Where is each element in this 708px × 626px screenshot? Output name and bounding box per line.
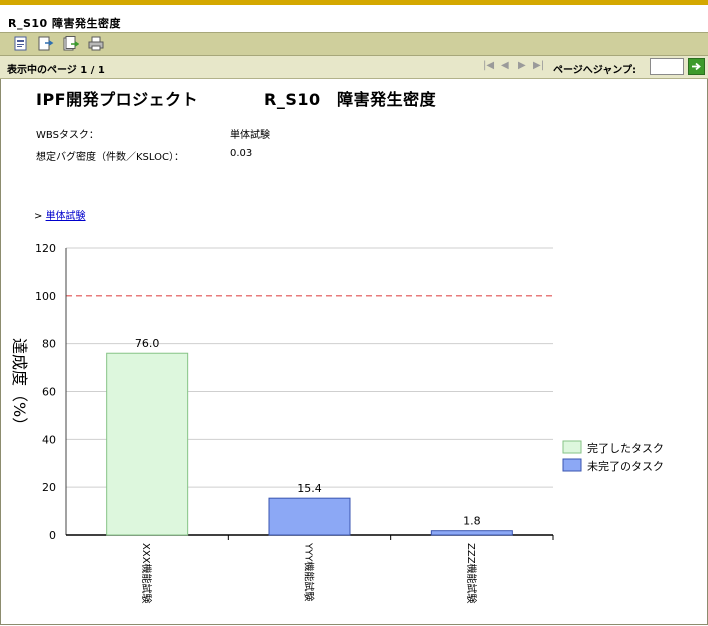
go-button[interactable] — [688, 58, 705, 75]
export-all-icon[interactable] — [63, 36, 79, 51]
jump-label: ページへジャンプ: — [553, 65, 636, 76]
first-page-icon[interactable]: |◀ — [483, 60, 494, 71]
breadcrumb-prefix: > — [34, 211, 46, 222]
pagination-bar: 表示中のページ 1 / 1 |◀ ◀ ▶ ▶| ページへジャンプ: — [0, 56, 708, 79]
window-title: R_S10 障害発生密度 — [8, 17, 122, 30]
prev-page-icon[interactable]: ◀ — [501, 60, 509, 71]
jump-page-input[interactable] — [650, 58, 684, 75]
wbs-task-value: 単体試験 — [230, 130, 270, 141]
next-page-icon[interactable]: ▶ — [518, 60, 526, 71]
export-icon[interactable] — [38, 36, 54, 51]
arrow-right-icon — [692, 62, 701, 71]
print-icon[interactable] — [88, 36, 104, 51]
wbs-task-label: WBSタスク： — [36, 130, 99, 141]
bug-density-label: 想定バグ密度（件数／KSLOC）： — [36, 152, 184, 163]
breadcrumb-link[interactable]: 単体試験 — [46, 211, 86, 222]
last-page-icon[interactable]: ▶| — [533, 60, 544, 71]
toolbar — [0, 32, 708, 56]
breadcrumb: > 単体試験 — [34, 207, 86, 222]
project-title: IPF開発プロジェクト — [36, 90, 199, 109]
page-indicator: 表示中のページ 1 / 1 — [7, 65, 105, 76]
report-view-icon[interactable] — [13, 36, 29, 51]
window-title-bar: R_S10 障害発生密度 — [0, 5, 708, 33]
report-subtitle: R_S10 障害発生密度 — [264, 90, 437, 109]
bug-density-value: 0.03 — [230, 148, 253, 159]
